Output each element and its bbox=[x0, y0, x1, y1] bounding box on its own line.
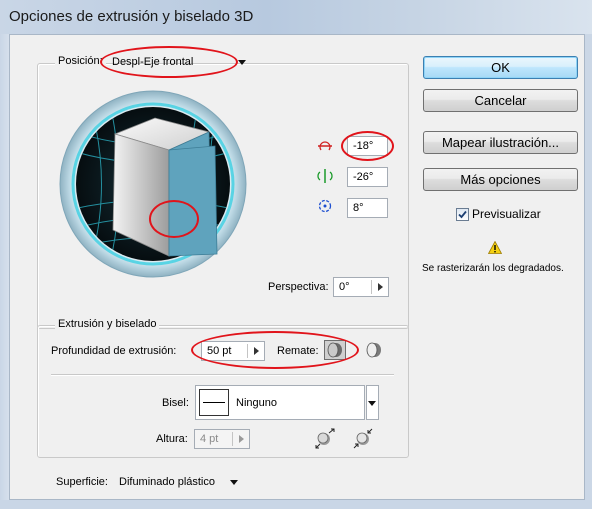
bevel-extent-in-icon[interactable] bbox=[352, 427, 374, 449]
perspective-stepper-arrow-icon[interactable] bbox=[378, 283, 383, 291]
annotation-circle-extrusion bbox=[191, 331, 359, 369]
rotate-y-axis-icon bbox=[317, 169, 333, 183]
3d-track-cube[interactable] bbox=[59, 90, 247, 278]
height-label: Altura: bbox=[156, 433, 188, 445]
annotation-circle-position bbox=[100, 46, 238, 78]
cancel-button[interactable]: Cancelar bbox=[423, 89, 578, 112]
height-value: 4 pt bbox=[200, 433, 219, 445]
height-input[interactable]: 4 pt bbox=[194, 429, 250, 449]
window-frame-left bbox=[0, 34, 9, 509]
annotation-circle-front-face bbox=[149, 200, 199, 238]
chevron-down-icon bbox=[368, 401, 376, 406]
surface-dropdown[interactable]: Difuminado plástico bbox=[114, 472, 242, 492]
rotation-y-value: -26° bbox=[353, 171, 374, 183]
bevel-dropdown-value: Ninguno bbox=[236, 397, 277, 409]
window-frame-bottom bbox=[0, 500, 592, 509]
perspective-value: 0° bbox=[339, 281, 350, 293]
chevron-down-icon bbox=[238, 60, 246, 65]
warning-icon bbox=[488, 241, 502, 254]
bevel-dropdown[interactable]: Ninguno bbox=[195, 385, 365, 420]
dialog-client-area: Posición: Despl-Eje frontal -18° -26° 8°… bbox=[9, 34, 585, 500]
extrusion-legend: Extrusión y biselado bbox=[55, 318, 160, 330]
rasterize-warning-text: Se rasterizarán los degradados. bbox=[422, 263, 564, 274]
bevel-label: Bisel: bbox=[162, 397, 189, 409]
title-bar[interactable]: Opciones de extrusión y biselado 3D bbox=[0, 0, 592, 34]
extrusion-depth-label: Profundidad de extrusión: bbox=[51, 345, 177, 357]
window-frame-right bbox=[585, 34, 592, 509]
perspective-label: Perspectiva: bbox=[268, 281, 329, 293]
annotation-circle-rotation-x bbox=[341, 131, 394, 161]
bevel-preview-icon bbox=[199, 389, 229, 416]
more-options-button[interactable]: Más opciones bbox=[423, 168, 578, 191]
ok-button[interactable]: OK bbox=[423, 56, 578, 79]
extrusion-divider bbox=[51, 374, 394, 376]
rotate-z-axis-icon bbox=[318, 199, 332, 213]
rotation-z-value: 8° bbox=[353, 202, 364, 214]
rotation-y-input[interactable]: -26° bbox=[347, 167, 388, 187]
surface-label: Superficie: bbox=[56, 476, 108, 488]
map-artwork-button[interactable]: Mapear ilustración... bbox=[423, 131, 578, 154]
surface-dropdown-value: Difuminado plástico bbox=[119, 476, 215, 488]
bevel-extent-out-icon[interactable] bbox=[314, 427, 336, 449]
chevron-down-icon bbox=[230, 480, 238, 485]
preview-checkbox[interactable] bbox=[456, 208, 469, 221]
rotation-z-input[interactable]: 8° bbox=[347, 198, 388, 218]
rotate-x-axis-icon bbox=[318, 141, 332, 151]
window-title: Opciones de extrusión y biselado 3D bbox=[9, 8, 254, 25]
checkmark-icon bbox=[458, 210, 467, 219]
bevel-dropdown-button[interactable] bbox=[366, 385, 379, 420]
perspective-input[interactable]: 0° bbox=[333, 277, 389, 297]
height-stepper-arrow-icon[interactable] bbox=[239, 435, 244, 443]
cap-off-icon[interactable] bbox=[365, 341, 383, 359]
position-label: Posición: bbox=[55, 55, 106, 67]
preview-label[interactable]: Previsualizar bbox=[472, 207, 541, 221]
